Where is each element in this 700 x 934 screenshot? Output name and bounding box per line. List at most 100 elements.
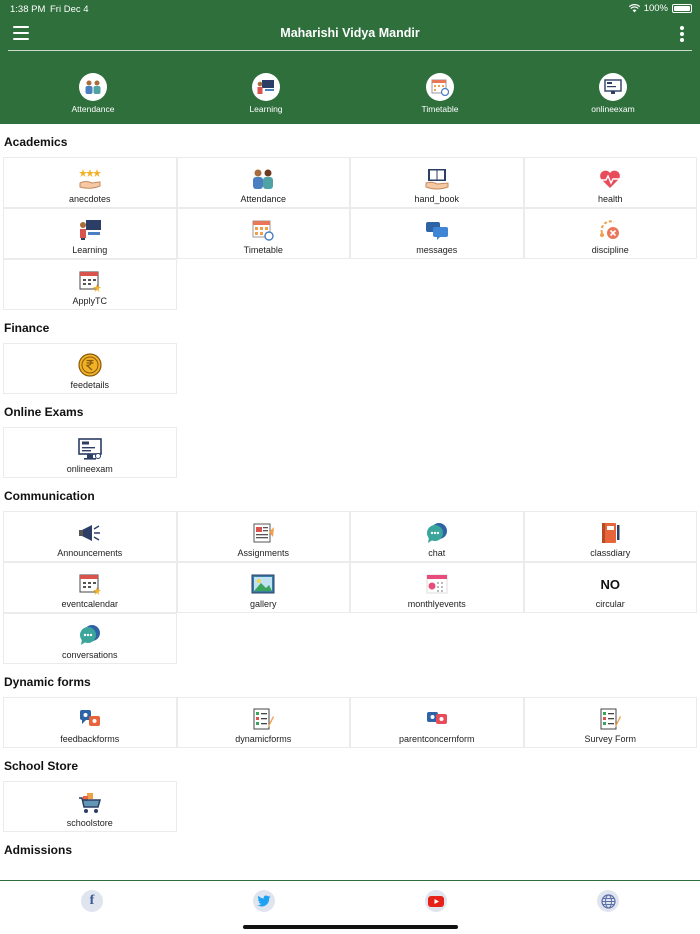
tile-feedbackforms[interactable]: feedbackforms [3,697,177,748]
tile-label: parentconcernform [398,734,475,744]
tile-monthlyevents[interactable]: monthlyevents [350,562,524,613]
tile-eventcalendar[interactable]: eventcalendar [3,562,177,613]
home-indicator[interactable] [243,925,458,929]
tile-label: dynamicforms [235,734,292,744]
section-title-admissions: Admissions [4,843,73,857]
tile-label: chat [428,548,446,558]
tile-circular[interactable]: NO circular [523,562,697,613]
tile-conversations[interactable]: conversations [3,613,177,664]
timetable-icon [250,217,276,243]
academics-grid: anecdotes Attendance hand_book health Le… [3,157,700,310]
dynamic-forms-grid: feedbackforms dynamicforms parentconcern… [3,697,700,748]
battery-percent: 100% [643,3,668,14]
tile-label: classdiary [590,548,631,558]
quick-action-attendance[interactable]: Attendance [33,68,153,114]
tile-health[interactable]: health [523,157,697,208]
toolbar: Maharishi Vidya Mandir [0,17,700,51]
communication-grid: Announcements Assignments chat classdiar… [3,511,700,664]
tile-attendance[interactable]: Attendance [176,157,350,208]
section-title-finance: Finance [4,321,50,335]
more-options-icon[interactable] [679,26,685,44]
finance-grid: feedetails [3,343,700,394]
tile-label: health [597,194,623,204]
tile-label: discipline [591,245,629,255]
diary-icon [597,520,623,546]
section-title-academics: Academics [4,135,68,149]
tile-messages[interactable]: messages [350,208,524,259]
facebook-icon[interactable]: f [81,890,103,912]
section-title-communication: Communication [4,489,95,503]
handbook-icon [424,166,450,192]
calendar-icon [77,571,103,597]
tile-label: feedbackforms [60,734,120,744]
tile-discipline[interactable]: discipline [523,208,697,259]
quick-action-onlineexam[interactable]: onlineexam [553,68,673,114]
tile-assignments[interactable]: Assignments [176,511,350,562]
quick-action-label: onlineexam [591,104,635,114]
tile-schoolstore[interactable]: schoolstore [3,781,177,832]
tile-applytc[interactable]: ApplyTC [3,259,177,310]
section-title-school-store: School Store [4,759,79,773]
onlineexam-icon [599,73,627,101]
messages-icon [424,217,450,243]
tile-label: Timetable [243,245,283,255]
survey-icon [597,706,623,732]
section-title-dynamic-forms: Dynamic forms [4,675,91,689]
section-title-online-exams: Online Exams [4,405,84,419]
tile-label: conversations [61,650,118,660]
tile-label: onlineexam [66,464,113,474]
tile-dynamicforms[interactable]: dynamicforms [176,697,350,748]
tile-anecdotes[interactable]: anecdotes [3,157,177,208]
quick-action-label: Timetable [421,104,459,114]
social-bottom-bar: f [0,880,700,934]
tile-learning[interactable]: Learning [3,208,177,259]
tile-label: Announcements [57,548,123,558]
tile-label: gallery [249,599,277,609]
no-image-text: NO [600,576,621,592]
applytc-icon [77,268,103,294]
tile-hand-book[interactable]: hand_book [350,157,524,208]
school-store-grid: schoolstore [3,781,700,832]
attendance-icon [250,166,276,192]
discipline-icon [597,217,623,243]
app-header: 1:38 PM Fri Dec 4 100% Maharishi Vidya M… [0,0,700,124]
chat-icon [424,520,450,546]
anecdotes-icon [77,166,103,192]
tile-label: anecdotes [68,194,111,204]
tile-gallery[interactable]: gallery [176,562,350,613]
tile-chat[interactable]: chat [350,511,524,562]
globe-icon[interactable] [597,890,619,912]
timetable-icon [426,73,454,101]
onlineexam-icon [77,436,103,462]
tile-label: feedetails [70,380,110,390]
tile-timetable[interactable]: Timetable [176,208,350,259]
health-icon [597,166,623,192]
quick-action-learning[interactable]: Learning [206,68,326,114]
quick-action-timetable[interactable]: Timetable [380,68,500,114]
quick-action-label: Attendance [71,104,115,114]
tile-label: schoolstore [66,818,113,828]
online-exams-grid: onlineexam [3,427,700,478]
app-title: Maharishi Vidya Mandir [280,26,420,40]
status-right: 100% [628,3,692,14]
quick-action-label: Learning [249,104,283,114]
tile-label: eventcalendar [61,599,119,609]
monthly-calendar-icon [424,571,450,597]
tile-feedetails[interactable]: feedetails [3,343,177,394]
learning-icon [252,73,280,101]
tile-onlineexam[interactable]: onlineexam [3,427,177,478]
status-date: Fri Dec 4 [50,4,89,15]
tile-label: Survey Form [584,734,636,744]
tile-survey-form[interactable]: Survey Form [523,697,697,748]
parent-concern-icon [424,706,450,732]
battery-icon [672,4,692,13]
tile-label: ApplyTC [72,296,107,306]
tile-parentconcernform[interactable]: parentconcernform [350,697,524,748]
tile-announcements[interactable]: Announcements [3,511,177,562]
wifi-icon [628,4,640,13]
status-time: 1:38 PM [10,4,46,15]
twitter-icon[interactable] [253,890,275,912]
youtube-icon[interactable] [425,890,447,912]
tile-classdiary[interactable]: classdiary [523,511,697,562]
gallery-icon [250,571,276,597]
